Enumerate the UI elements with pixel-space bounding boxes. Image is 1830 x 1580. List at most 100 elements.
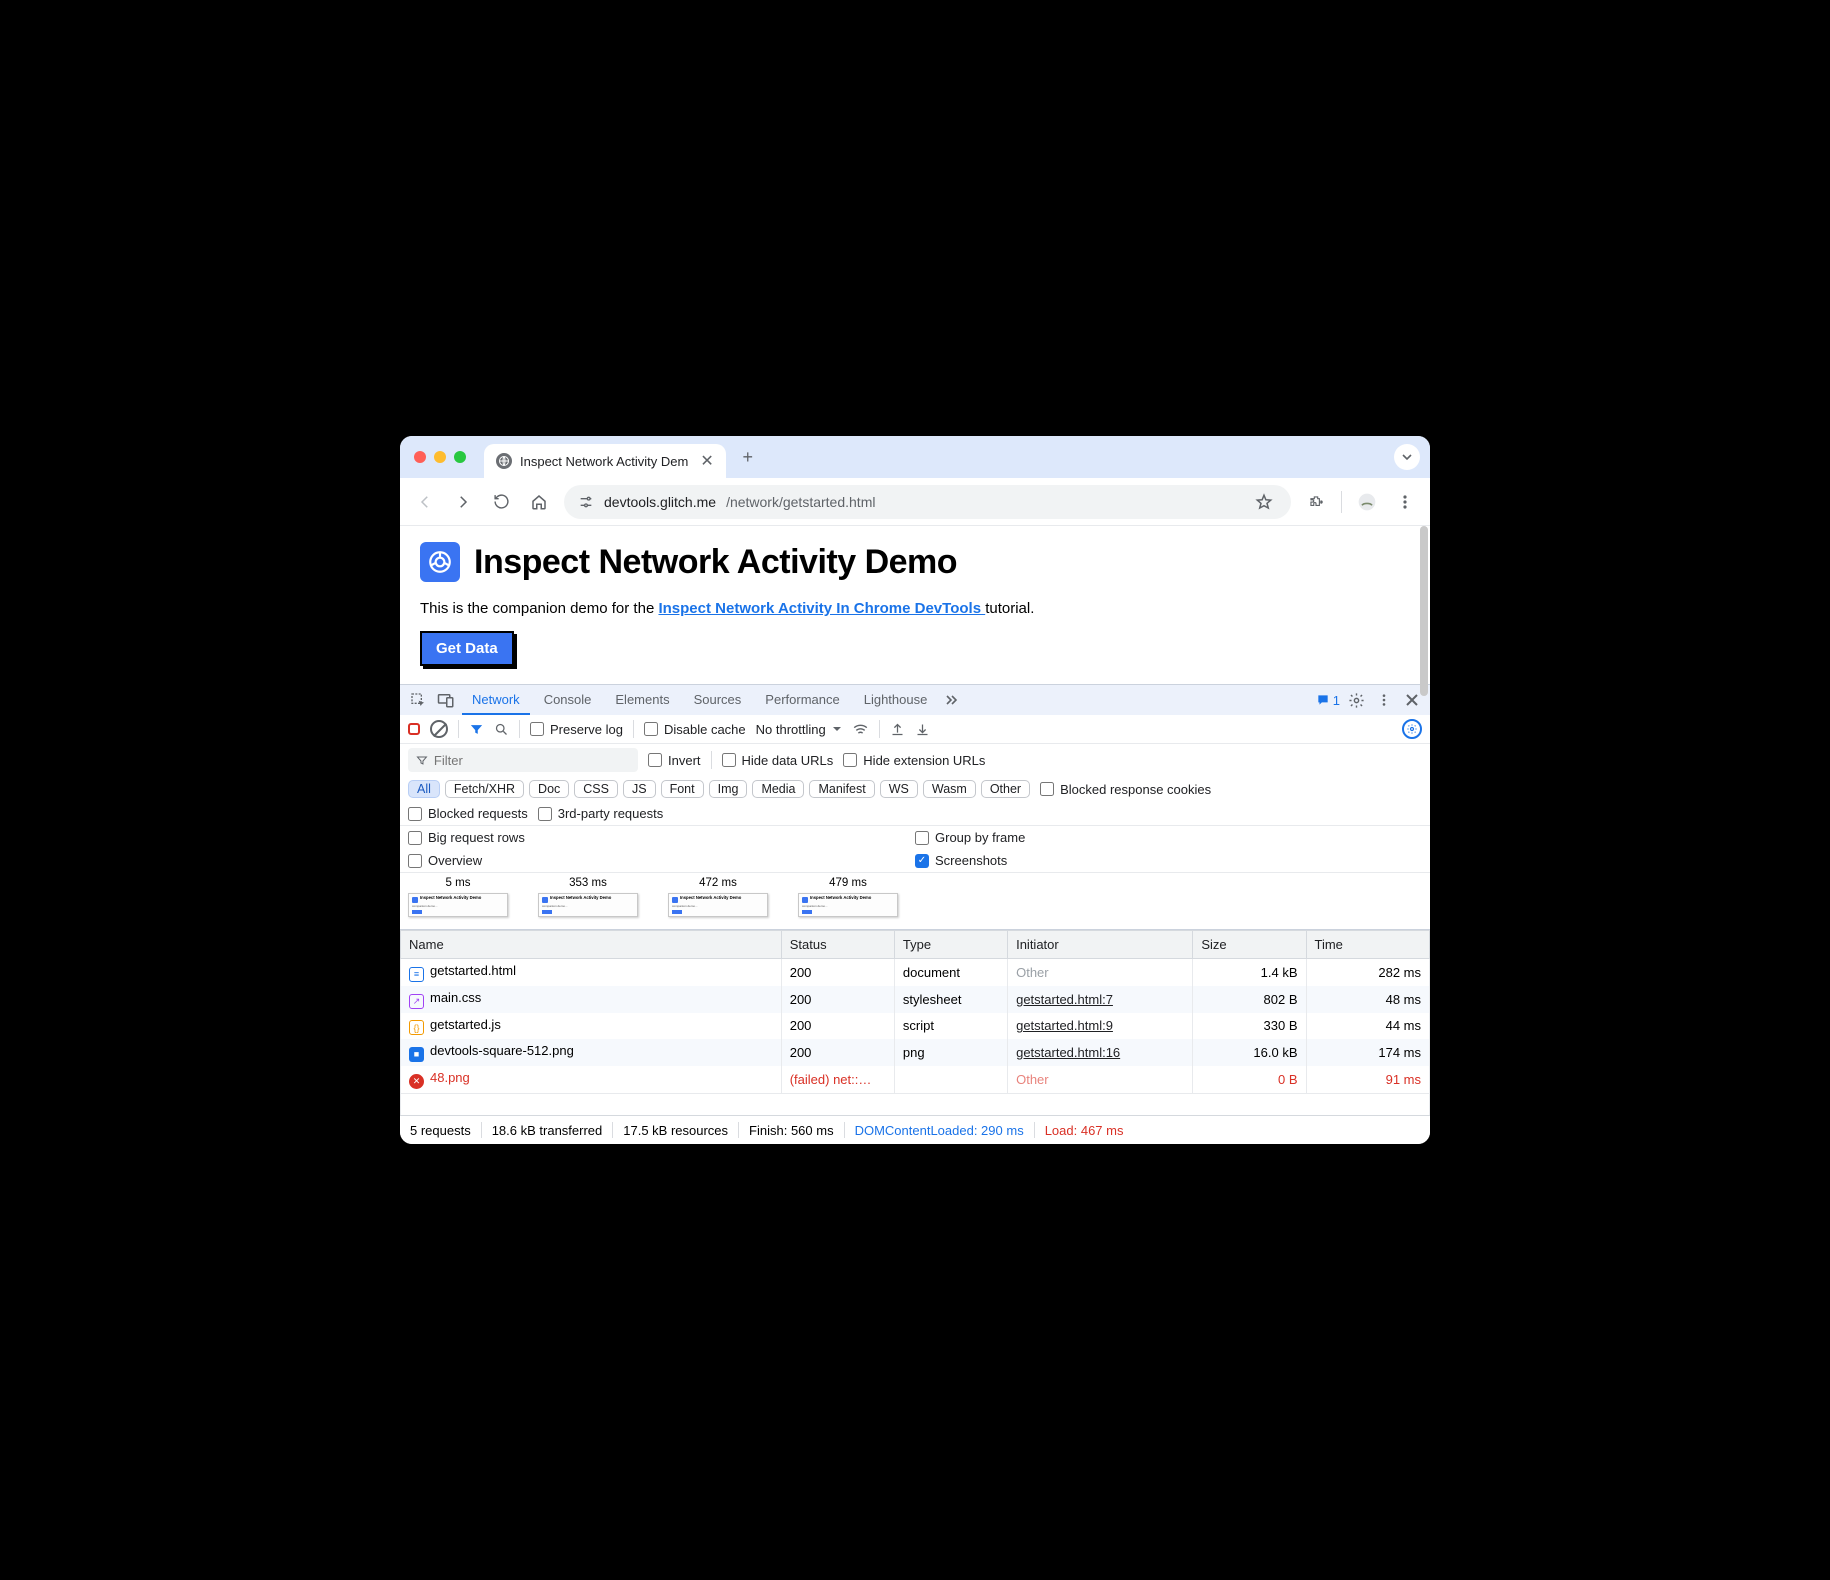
tab-console[interactable]: Console bbox=[534, 685, 602, 715]
intro-prefix: This is the companion demo for the bbox=[420, 600, 658, 617]
browser-toolbar: devtools.glitch.me/network/getstarted.ht… bbox=[400, 478, 1430, 526]
preserve-log-checkbox[interactable]: Preserve log bbox=[530, 722, 623, 737]
address-bar[interactable]: devtools.glitch.me/network/getstarted.ht… bbox=[564, 485, 1291, 519]
minimize-window-button[interactable] bbox=[434, 451, 446, 463]
request-size: 802 B bbox=[1193, 986, 1306, 1013]
tab-sources[interactable]: Sources bbox=[684, 685, 752, 715]
table-row[interactable]: ≡getstarted.html200documentOther1.4 kB28… bbox=[401, 959, 1430, 986]
page-scrollbar[interactable] bbox=[1420, 526, 1428, 696]
export-har-icon[interactable] bbox=[890, 722, 905, 737]
new-tab-button[interactable]: + bbox=[734, 443, 762, 471]
chip-wasm[interactable]: Wasm bbox=[923, 780, 976, 798]
record-button[interactable] bbox=[408, 723, 420, 735]
clear-button[interactable] bbox=[430, 720, 448, 738]
request-initiator[interactable]: getstarted.html:16 bbox=[1016, 1045, 1120, 1060]
network-settings-button[interactable] bbox=[1402, 719, 1422, 739]
screenshots-checkbox[interactable]: ✓Screenshots bbox=[915, 853, 1007, 868]
disable-cache-checkbox[interactable]: Disable cache bbox=[644, 722, 746, 737]
blocked-requests-checkbox[interactable]: Blocked requests bbox=[408, 806, 528, 821]
tab-network[interactable]: Network bbox=[462, 685, 530, 715]
chip-fetch-xhr[interactable]: Fetch/XHR bbox=[445, 780, 524, 798]
close-window-button[interactable] bbox=[414, 451, 426, 463]
blocked-requests-label: Blocked requests bbox=[428, 806, 528, 821]
maximize-window-button[interactable] bbox=[454, 451, 466, 463]
request-time: 91 ms bbox=[1306, 1066, 1430, 1094]
col-name[interactable]: Name bbox=[401, 931, 782, 959]
table-row[interactable]: ✕48.png(failed) net::…Other0 B91 ms bbox=[401, 1066, 1430, 1094]
group-by-frame-checkbox[interactable]: Group by frame bbox=[915, 830, 1025, 845]
close-tab-icon[interactable]: ✕ bbox=[700, 451, 713, 471]
tab-elements[interactable]: Elements bbox=[605, 685, 679, 715]
issues-button[interactable]: 1 bbox=[1316, 693, 1340, 708]
col-initiator[interactable]: Initiator bbox=[1008, 931, 1193, 959]
screenshot-time: 472 ms bbox=[668, 877, 768, 889]
home-button[interactable] bbox=[526, 489, 552, 515]
tab-lighthouse[interactable]: Lighthouse bbox=[854, 685, 938, 715]
chip-font[interactable]: Font bbox=[661, 780, 704, 798]
big-rows-checkbox[interactable]: Big request rows bbox=[408, 830, 525, 845]
screenshot-thumb[interactable]: 472 msInspect Network Activity Democompa… bbox=[668, 877, 768, 917]
screenshot-thumb[interactable]: 479 msInspect Network Activity Democompa… bbox=[798, 877, 898, 917]
bookmark-button[interactable] bbox=[1251, 489, 1277, 515]
request-initiator[interactable]: getstarted.html:9 bbox=[1016, 1018, 1113, 1033]
extensions-button[interactable] bbox=[1303, 489, 1329, 515]
menu-button[interactable] bbox=[1392, 489, 1418, 515]
intro-link[interactable]: Inspect Network Activity In Chrome DevTo… bbox=[658, 600, 985, 617]
hide-data-urls-checkbox[interactable]: Hide data URLs bbox=[722, 753, 834, 768]
filter-input-wrapper bbox=[408, 748, 638, 772]
search-icon[interactable] bbox=[494, 722, 509, 737]
browser-tab[interactable]: Inspect Network Activity Dem ✕ bbox=[484, 444, 726, 478]
settings-icon[interactable] bbox=[1344, 688, 1368, 712]
blocked-cookies-checkbox[interactable]: Blocked response cookies bbox=[1040, 782, 1211, 797]
hide-extension-urls-checkbox[interactable]: Hide extension URLs bbox=[843, 753, 985, 768]
forward-button[interactable] bbox=[450, 489, 476, 515]
table-header: Name Status Type Initiator Size Time bbox=[401, 931, 1430, 959]
network-conditions-icon[interactable] bbox=[852, 722, 869, 736]
network-controls-row: Preserve log Disable cache No throttling bbox=[400, 715, 1430, 744]
filter-toggle-icon[interactable] bbox=[469, 722, 484, 737]
profile-button[interactable] bbox=[1354, 489, 1380, 515]
screenshot-thumb[interactable]: 5 msInspect Network Activity Democompani… bbox=[408, 877, 508, 917]
tab-performance[interactable]: Performance bbox=[755, 685, 849, 715]
chip-js[interactable]: JS bbox=[623, 780, 656, 798]
chip-img[interactable]: Img bbox=[709, 780, 748, 798]
import-har-icon[interactable] bbox=[915, 722, 930, 737]
throttling-select[interactable]: No throttling bbox=[756, 722, 842, 737]
reload-button[interactable] bbox=[488, 489, 514, 515]
chip-all[interactable]: All bbox=[408, 780, 440, 798]
chip-ws[interactable]: WS bbox=[880, 780, 918, 798]
table-row[interactable]: ■devtools-square-512.png200pnggetstarted… bbox=[401, 1039, 1430, 1066]
invert-checkbox[interactable]: Invert bbox=[648, 753, 701, 768]
get-data-button[interactable]: Get Data bbox=[420, 631, 514, 666]
overview-checkbox[interactable]: Overview bbox=[408, 853, 482, 868]
col-size[interactable]: Size bbox=[1193, 931, 1306, 959]
chip-manifest[interactable]: Manifest bbox=[809, 780, 874, 798]
screenshot-thumb[interactable]: 353 msInspect Network Activity Democompa… bbox=[538, 877, 638, 917]
col-status[interactable]: Status bbox=[781, 931, 894, 959]
request-initiator[interactable]: getstarted.html:7 bbox=[1016, 992, 1113, 1007]
chip-media[interactable]: Media bbox=[752, 780, 804, 798]
request-type: document bbox=[894, 959, 1007, 986]
site-settings-icon[interactable] bbox=[578, 494, 594, 510]
filter-input[interactable] bbox=[434, 753, 630, 768]
back-button[interactable] bbox=[412, 489, 438, 515]
request-time: 282 ms bbox=[1306, 959, 1430, 986]
more-tabs-icon[interactable] bbox=[941, 688, 965, 712]
file-type-icon: ■ bbox=[409, 1047, 424, 1062]
device-toolbar-icon[interactable] bbox=[434, 688, 458, 712]
col-time[interactable]: Time bbox=[1306, 931, 1430, 959]
screenshot-time: 353 ms bbox=[538, 877, 638, 889]
table-row[interactable]: {}getstarted.js200scriptgetstarted.html:… bbox=[401, 1013, 1430, 1040]
table-row[interactable]: ↗main.css200stylesheetgetstarted.html:78… bbox=[401, 986, 1430, 1013]
more-menu-icon[interactable] bbox=[1372, 688, 1396, 712]
inspect-element-icon[interactable] bbox=[406, 688, 430, 712]
tabs-dropdown-button[interactable] bbox=[1394, 444, 1420, 470]
status-load: Load: 467 ms bbox=[1045, 1123, 1124, 1138]
col-type[interactable]: Type bbox=[894, 931, 1007, 959]
chip-other[interactable]: Other bbox=[981, 780, 1030, 798]
request-initiator: Other bbox=[1016, 1072, 1049, 1087]
chip-doc[interactable]: Doc bbox=[529, 780, 569, 798]
preserve-log-label: Preserve log bbox=[550, 722, 623, 737]
chip-css[interactable]: CSS bbox=[574, 780, 618, 798]
third-party-checkbox[interactable]: 3rd-party requests bbox=[538, 806, 664, 821]
